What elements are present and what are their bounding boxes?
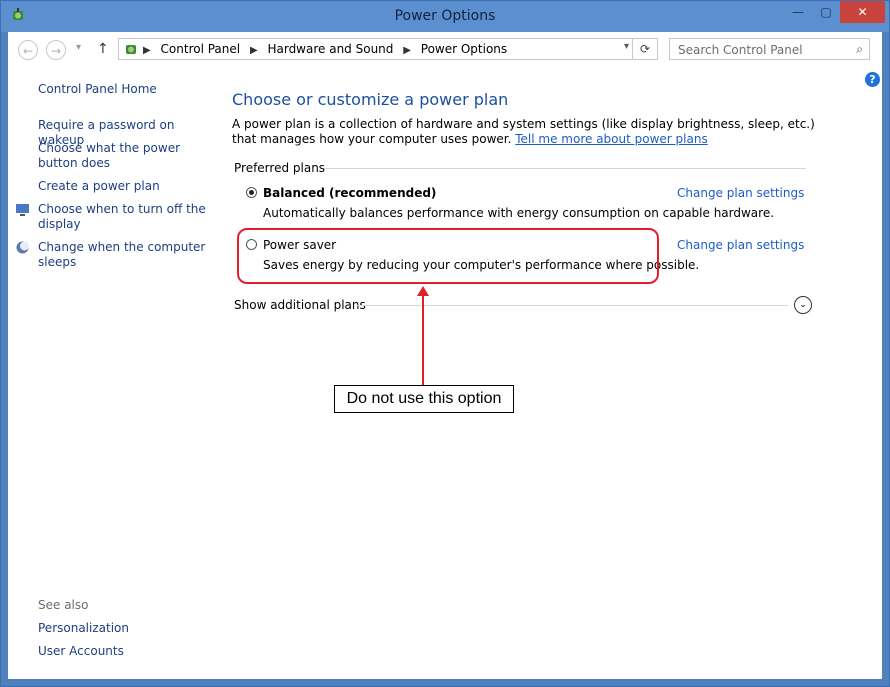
section-divider: [356, 305, 788, 306]
address-dropdown-icon[interactable]: ▾: [624, 41, 629, 52]
back-button[interactable]: ←: [18, 40, 38, 60]
refresh-button[interactable]: ⟳: [632, 39, 657, 59]
breadcrumb-separator-icon: ▶: [143, 45, 151, 56]
close-button[interactable]: ✕: [840, 1, 885, 23]
forward-button[interactable]: →: [46, 40, 66, 60]
see-also-user-accounts[interactable]: User Accounts: [38, 644, 213, 659]
show-additional-plans-label[interactable]: Show additional plans: [234, 298, 372, 312]
title-bar[interactable]: Power Options — ▢ ✕: [1, 1, 889, 32]
search-input[interactable]: Search Control Panel: [678, 43, 803, 57]
display-off-icon: [16, 204, 29, 216]
sidebar-item-control-panel-home[interactable]: Control Panel Home: [38, 82, 213, 97]
plan-description: Automatically balances performance with …: [263, 206, 775, 220]
power-options-window: Power Options — ▢ ✕ ← → ▾ ↑ ▶ Control Pa…: [0, 0, 890, 687]
window-content: ← → ▾ ↑ ▶ Control Panel ▶ Hardware and S…: [8, 32, 882, 679]
section-divider: [324, 168, 806, 169]
see-also-personalization[interactable]: Personalization: [38, 621, 213, 636]
page-title: Choose or customize a power plan: [232, 90, 509, 109]
breadcrumb-power-options[interactable]: Power Options: [421, 42, 507, 56]
annotation-note: Do not use this option: [334, 385, 514, 413]
sleep-moon-icon: [16, 241, 29, 254]
change-plan-settings-link[interactable]: Change plan settings: [677, 238, 804, 252]
sidebar-item-turn-off-display[interactable]: Choose when to turn off the display: [38, 202, 213, 232]
preferred-plans-label: Preferred plans: [234, 161, 336, 175]
maximize-button[interactable]: ▢: [812, 1, 840, 23]
breadcrumb-control-panel[interactable]: Control Panel: [161, 42, 241, 56]
breadcrumb: ▶ Control Panel ▶ Hardware and Sound ▶ P…: [143, 42, 513, 56]
sidebar-item-create-power-plan[interactable]: Create a power plan: [38, 179, 213, 194]
breadcrumb-separator-icon[interactable]: ▶: [403, 45, 411, 56]
annotation-arrow: [422, 290, 424, 386]
help-icon[interactable]: ?: [865, 72, 880, 87]
control-panel-icon: [126, 45, 136, 54]
breadcrumb-hardware-and-sound[interactable]: Hardware and Sound: [267, 42, 393, 56]
up-button[interactable]: ↑: [97, 41, 109, 57]
show-additional-plans[interactable]: Show additional plans ⌄: [234, 296, 812, 316]
preferred-plans-section: Preferred plans: [234, 161, 806, 175]
sidebar-item-power-button[interactable]: Choose what the power button does: [38, 141, 213, 171]
plan-name[interactable]: Balanced (recommended): [263, 186, 436, 200]
change-plan-settings-link[interactable]: Change plan settings: [677, 186, 804, 200]
recent-locations-button[interactable]: ▾: [76, 42, 81, 53]
breadcrumb-separator-icon[interactable]: ▶: [250, 45, 258, 56]
annotation-highlight-box: [237, 228, 659, 284]
navigation-bar: ← → ▾ ↑ ▶ Control Panel ▶ Hardware and S…: [8, 32, 882, 68]
expand-chevron-icon[interactable]: ⌄: [794, 296, 812, 314]
learn-more-link[interactable]: Tell me more about power plans: [515, 132, 707, 146]
page-description: A power plan is a collection of hardware…: [232, 117, 822, 147]
search-box[interactable]: Search Control Panel ⌕: [669, 38, 870, 60]
balanced-radio[interactable]: [246, 187, 257, 198]
address-bar[interactable]: ▶ Control Panel ▶ Hardware and Sound ▶ P…: [118, 38, 658, 60]
sidebar-item-computer-sleeps[interactable]: Change when the computer sleeps: [38, 240, 213, 270]
window-title: Power Options: [394, 8, 496, 24]
minimize-button[interactable]: —: [784, 1, 812, 23]
see-also-heading: See also: [38, 598, 89, 612]
search-icon[interactable]: ⌕: [856, 42, 863, 57]
